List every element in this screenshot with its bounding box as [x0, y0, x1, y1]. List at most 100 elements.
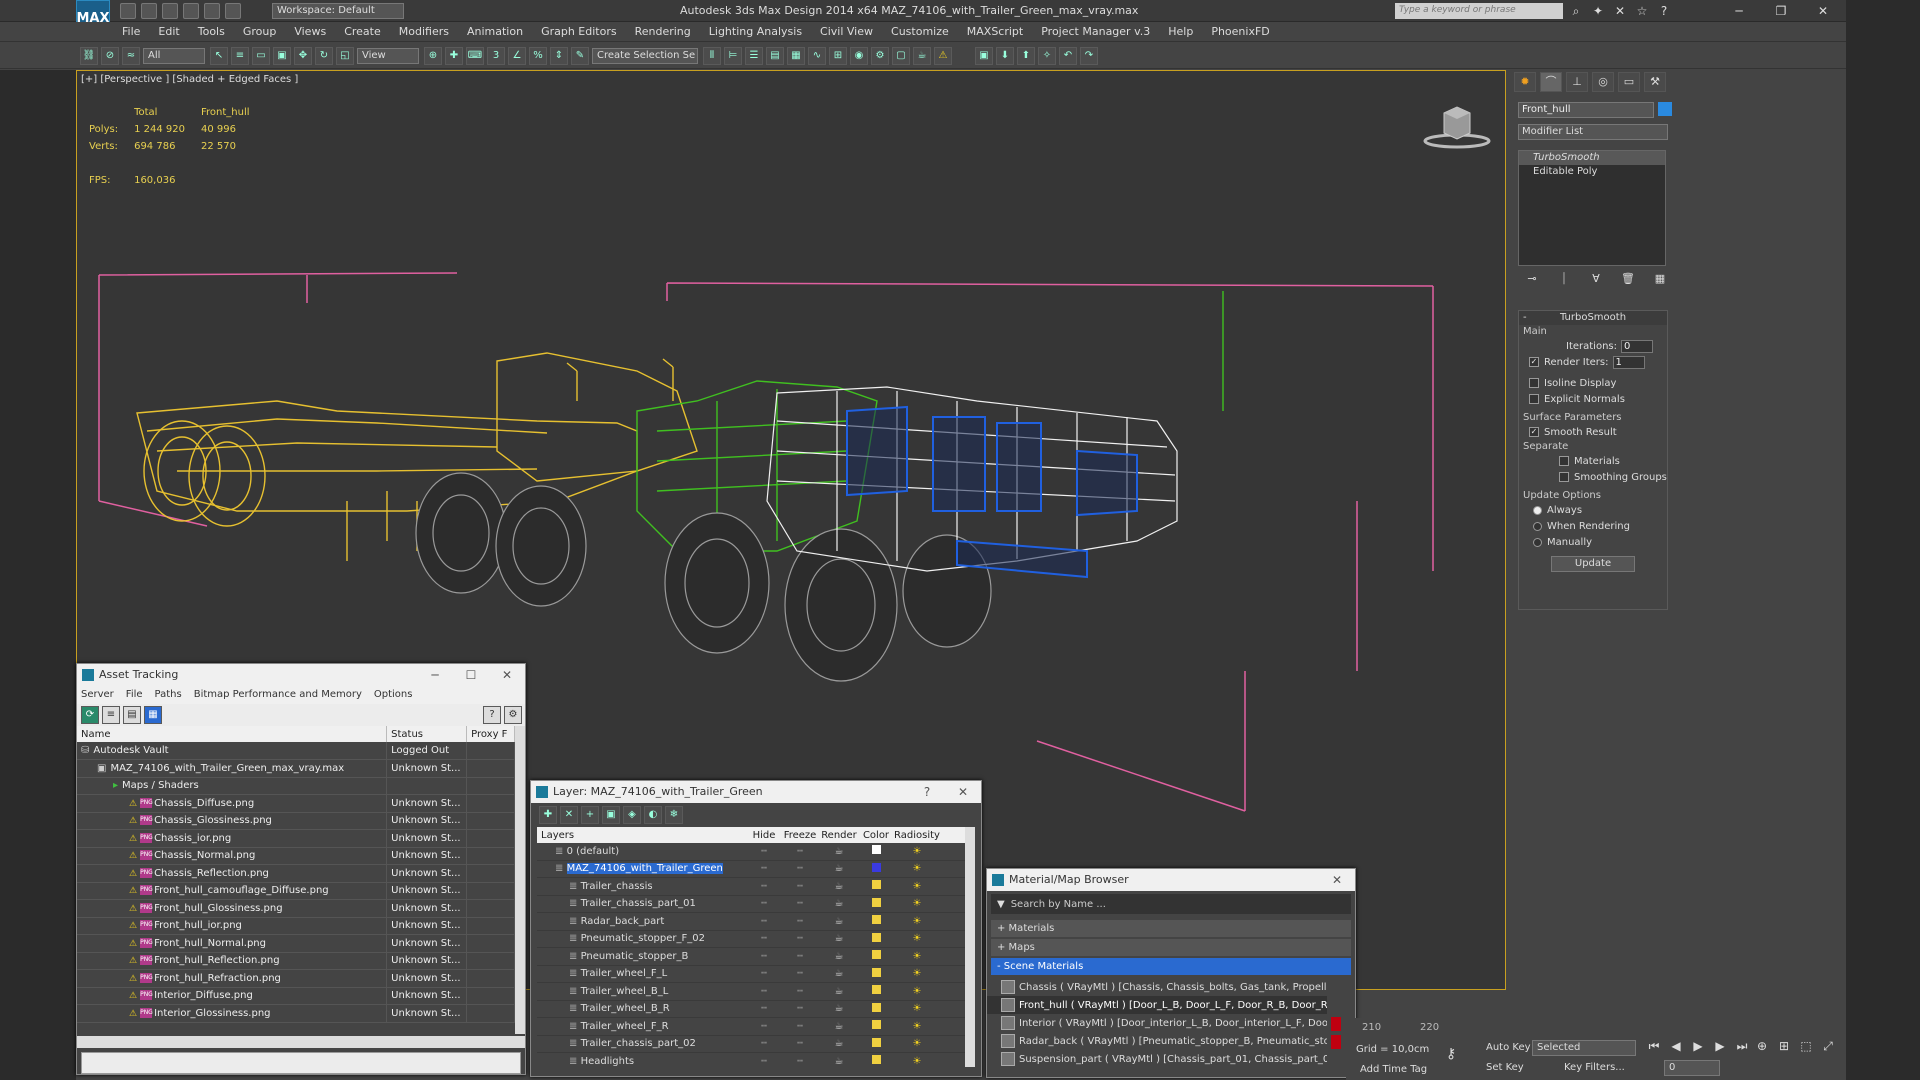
color-column-header[interactable]: Color: [859, 830, 893, 841]
material-search-input[interactable]: Search by Name ...: [1011, 899, 1106, 910]
help-icon[interactable]: ?: [483, 706, 501, 724]
radiosity-icon[interactable]: ☀: [893, 898, 941, 909]
render-toggle-icon[interactable]: ☕: [819, 846, 859, 857]
edit-named-selection-icon[interactable]: ✎: [571, 46, 589, 65]
table-row[interactable]: ⚠ PNGFront_hull_ior.png Unknown St...: [77, 917, 515, 935]
freeze-all-icon[interactable]: ❄: [665, 806, 683, 824]
layer-row[interactable]: ≣ Trailer_chassis_part_02 ┅ ┅ ☕ ☀: [537, 1036, 975, 1053]
layer-color-swatch[interactable]: [859, 967, 893, 980]
menu-customize[interactable]: Customize: [891, 25, 949, 38]
help-icon[interactable]: ?: [909, 781, 945, 803]
create-layer-icon[interactable]: ✚: [539, 806, 557, 824]
pin-stack-icon[interactable]: ⊸: [1524, 272, 1540, 288]
layer-color-swatch[interactable]: [859, 915, 893, 927]
rendered-frame-icon[interactable]: ▢: [892, 46, 910, 65]
zoom-all-icon[interactable]: ⊞: [1776, 1038, 1792, 1054]
highlight-selected-icon[interactable]: ◈: [623, 806, 641, 824]
menu-graph-editors[interactable]: Graph Editors: [541, 25, 617, 38]
table-row[interactable]: ⚠ PNGChassis_Normal.png Unknown St...: [77, 847, 515, 865]
render-toggle-icon[interactable]: ☕: [819, 898, 859, 909]
layer-color-swatch[interactable]: [859, 950, 893, 962]
radiosity-icon[interactable]: ☀: [893, 933, 941, 944]
menu-create[interactable]: Create: [344, 25, 381, 38]
hide-toggle[interactable]: ┅: [747, 933, 781, 944]
key-icon[interactable]: ⚷: [1446, 1046, 1456, 1062]
close-icon[interactable]: ✕: [1319, 869, 1355, 891]
proxy-column-header[interactable]: Proxy F: [466, 726, 515, 742]
zoom-icon[interactable]: ⊕: [1754, 1038, 1770, 1054]
auto-key-button[interactable]: Auto Key: [1486, 1042, 1531, 1053]
material-item[interactable]: Chassis ( VRayMtl ) [Chassis, Chassis_bo…: [987, 978, 1327, 996]
minimize-icon[interactable]: ─: [1718, 0, 1760, 22]
plugin-icon-3[interactable]: ⬆: [1017, 46, 1035, 65]
radiosity-icon[interactable]: ☀: [893, 916, 941, 927]
select-object-icon[interactable]: ↖: [210, 46, 228, 65]
plugin-icon-1[interactable]: ▣: [975, 46, 993, 65]
render-toggle-icon[interactable]: ☕: [819, 916, 859, 927]
asset-menu-file[interactable]: File: [126, 689, 143, 700]
layer-color-swatch[interactable]: [859, 845, 893, 857]
asset-menu-server[interactable]: Server: [81, 689, 114, 700]
hide-toggle[interactable]: ┅: [747, 968, 781, 979]
layer-row[interactable]: ≣ Radar_back_part ┅ ┅ ☕ ☀: [537, 913, 975, 931]
menu-animation[interactable]: Animation: [467, 25, 523, 38]
material-editor-icon[interactable]: ◉: [850, 46, 868, 65]
render-toggle-icon[interactable]: ☕: [819, 968, 859, 979]
asset-path-field[interactable]: [81, 1052, 521, 1074]
key-selection-dropdown[interactable]: Selected: [1532, 1040, 1636, 1056]
next-frame-icon[interactable]: ▶: [1712, 1038, 1728, 1054]
asset-menu-bitmap-performance-and-memory[interactable]: Bitmap Performance and Memory: [194, 689, 362, 700]
radiosity-icon[interactable]: ☀: [893, 1056, 941, 1067]
make-unique-icon[interactable]: ∀: [1588, 272, 1604, 288]
menu-phoenixfd[interactable]: PhoenixFD: [1211, 25, 1269, 38]
render-toggle-icon[interactable]: ☕: [819, 863, 859, 874]
table-row[interactable]: ⚠ PNGChassis_Glossiness.png Unknown St...: [77, 812, 515, 830]
layer-color-swatch[interactable]: [859, 1055, 893, 1067]
freeze-toggle[interactable]: ┅: [781, 951, 819, 962]
menu-maxscript[interactable]: MAXScript: [967, 25, 1023, 38]
render-toggle-icon[interactable]: ☕: [819, 933, 859, 944]
stack-item-editable-poly[interactable]: Editable Poly: [1519, 165, 1665, 179]
render-iters-checkbox[interactable]: ✓: [1529, 357, 1539, 367]
radiosity-column-header[interactable]: Radiosity: [893, 830, 941, 841]
object-name-field[interactable]: Front_hull: [1518, 102, 1654, 118]
asset-tracking-titlebar[interactable]: Asset Tracking ─ ☐ ✕: [77, 664, 525, 686]
help-icon[interactable]: ?: [1656, 3, 1672, 19]
layer-vertical-scrollbar[interactable]: [965, 827, 975, 1067]
plugin-icon-2[interactable]: ⬇: [996, 46, 1014, 65]
layer-color-swatch[interactable]: [859, 932, 893, 945]
asset-horizontal-scrollbar[interactable]: [77, 1036, 525, 1048]
thumbnail-view-icon[interactable]: ▤: [123, 706, 141, 724]
table-row[interactable]: ⚠ PNGChassis_Diffuse.png Unknown St...: [77, 794, 515, 813]
update-button[interactable]: Update: [1551, 556, 1635, 572]
move-icon[interactable]: ✥: [294, 46, 312, 65]
freeze-toggle[interactable]: ┅: [781, 1003, 819, 1014]
hide-toggle[interactable]: ┅: [747, 1021, 781, 1032]
previous-frame-icon[interactable]: ◀: [1668, 1038, 1684, 1054]
layer-row[interactable]: ≣ MAZ_74106_with_Trailer_Green ┅ ┅ ☕ ☀: [537, 861, 975, 878]
hide-toggle[interactable]: ┅: [747, 863, 781, 874]
settings-icon[interactable]: ⚙: [504, 706, 522, 724]
layer-color-swatch[interactable]: [859, 880, 893, 892]
freeze-toggle[interactable]: ┅: [781, 916, 819, 927]
smoothing-groups-checkbox[interactable]: [1559, 472, 1569, 482]
zoom-extents-icon[interactable]: ⬚: [1798, 1038, 1814, 1054]
asset-menu-paths[interactable]: Paths: [155, 689, 182, 700]
render-toggle-icon[interactable]: ☕: [819, 951, 859, 962]
link-icon[interactable]: ⛓: [80, 46, 98, 65]
layer-color-swatch[interactable]: [859, 1037, 893, 1050]
graphite-toolbar-icon[interactable]: ▦: [787, 46, 805, 65]
menu-tools[interactable]: Tools: [198, 25, 225, 38]
hide-toggle[interactable]: ┅: [747, 898, 781, 909]
freeze-toggle[interactable]: ┅: [781, 898, 819, 909]
layer-row[interactable]: ≣ Trailer_wheel_B_L ┅ ┅ ☕ ☀: [537, 983, 975, 1001]
status-column-header[interactable]: Status: [386, 726, 468, 742]
layer-manager-icon[interactable]: ▤: [766, 46, 784, 65]
radiosity-icon[interactable]: ☀: [893, 968, 941, 979]
hide-toggle[interactable]: ┅: [747, 986, 781, 997]
pivot-center-icon[interactable]: ⊕: [424, 46, 442, 65]
freeze-toggle[interactable]: ┅: [781, 1038, 819, 1049]
manually-radio[interactable]: [1533, 537, 1542, 547]
freeze-toggle[interactable]: ┅: [781, 1056, 819, 1067]
project-folder-icon[interactable]: [225, 3, 241, 19]
